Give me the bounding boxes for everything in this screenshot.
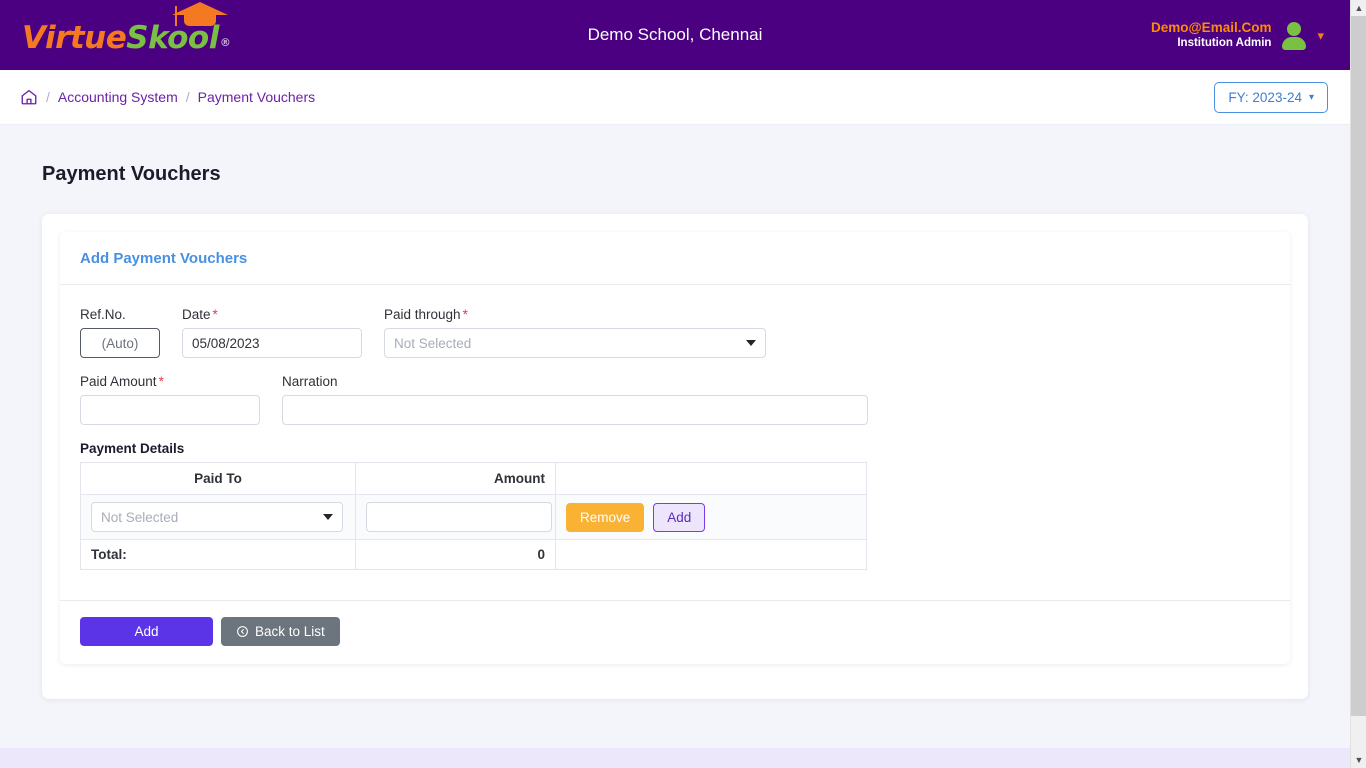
form-card-header: Add Payment Vouchers xyxy=(60,232,1290,285)
table-body: Not Selected Remove Add Total: 0 xyxy=(80,494,867,570)
scrollbar-thumb[interactable] xyxy=(1351,16,1366,716)
chevron-down-icon: ▾ xyxy=(1308,91,1314,103)
user-menu[interactable]: Demo@Email.Com Institution Admin ▾ xyxy=(1151,0,1324,70)
remove-row-button[interactable]: Remove xyxy=(566,502,645,532)
total-empty-cell xyxy=(555,539,867,570)
table-header-row: Paid To Amount xyxy=(80,462,867,495)
logo-registered-mark: ® xyxy=(219,35,231,49)
field-group-paid-through: Paid through * Not Selected xyxy=(384,307,766,358)
column-header-paid-to: Paid To xyxy=(80,462,356,495)
scroll-up-arrow-icon[interactable]: ▲ xyxy=(1351,0,1366,16)
date-label: Date * xyxy=(182,307,218,322)
field-group-narration: Narration xyxy=(282,374,868,425)
breadcrumb-separator-2: / xyxy=(185,89,190,105)
graduation-cap-icon xyxy=(172,1,228,28)
home-icon[interactable] xyxy=(20,88,38,106)
date-input[interactable] xyxy=(182,328,362,358)
form-card: Add Payment Vouchers Ref.No. Date* xyxy=(60,232,1290,664)
paid-amount-label: Paid Amount * xyxy=(80,374,164,389)
row-amount-input[interactable] xyxy=(366,502,552,532)
circle-arrow-left-icon xyxy=(236,625,249,638)
form-row-2: Paid Amount * Narration xyxy=(80,374,1270,425)
scroll-down-arrow-icon[interactable]: ▼ xyxy=(1351,752,1366,768)
financial-year-label: FY: 2023-24 xyxy=(1228,89,1302,105)
field-group-date: Date * xyxy=(182,307,362,358)
user-avatar-icon[interactable] xyxy=(1281,22,1307,50)
ref-no-label: Ref.No. xyxy=(80,307,126,322)
required-marker: * xyxy=(462,307,468,322)
table-head: Paid To Amount xyxy=(80,462,867,495)
form-row-1: Ref.No. Date* Paid through* Not Selec xyxy=(80,307,1270,358)
narration-label: Narration xyxy=(282,374,338,389)
paid-through-select[interactable]: Not Selected xyxy=(384,328,766,358)
user-info: Demo@Email.Com Institution Admin xyxy=(1151,19,1271,51)
browser-viewport: VirtueSkool® Demo School, Chennai Demo@E… xyxy=(0,0,1366,768)
form-card-title: Add Payment Vouchers xyxy=(80,250,248,267)
add-row-button[interactable]: Add xyxy=(653,502,706,532)
payment-details-section: Payment Details Paid To Amount Not Selec… xyxy=(80,441,1270,570)
paid-through-label: Paid through * xyxy=(384,307,468,322)
financial-year-selector[interactable]: FY: 2023-24 ▾ xyxy=(1214,81,1328,113)
paid-amount-input[interactable] xyxy=(80,395,260,425)
page-title: Payment Vouchers xyxy=(42,163,221,185)
app-header: VirtueSkool® Demo School, Chennai Demo@E… xyxy=(0,0,1350,70)
back-to-list-label: Back to List xyxy=(255,624,325,639)
table-row: Not Selected Remove Add xyxy=(80,494,867,540)
total-label: Total: xyxy=(80,539,356,570)
breadcrumb-item-payment-vouchers: Payment Vouchers xyxy=(197,89,316,105)
content-card: Add Payment Vouchers Ref.No. Date* xyxy=(42,214,1308,699)
user-email: Demo@Email.Com xyxy=(1151,19,1272,35)
narration-input[interactable] xyxy=(282,395,868,425)
breadcrumb-bar: / Accounting System / Payment Vouchers F… xyxy=(0,70,1350,125)
cell-amount xyxy=(355,494,556,540)
user-role: Institution Admin xyxy=(1177,37,1272,50)
paid-to-select-wrap: Not Selected xyxy=(91,502,343,532)
required-marker: * xyxy=(212,307,218,322)
breadcrumb: / Accounting System / Payment Vouchers xyxy=(20,88,315,106)
ref-no-input[interactable] xyxy=(80,328,160,358)
total-value: 0 xyxy=(355,539,556,570)
app-page: VirtueSkool® Demo School, Chennai Demo@E… xyxy=(0,0,1350,768)
required-marker: * xyxy=(158,374,164,389)
chevron-down-icon[interactable]: ▾ xyxy=(1317,29,1324,42)
main-content: Payment Vouchers Add Payment Vouchers Re… xyxy=(0,125,1350,699)
breadcrumb-item-accounting-system[interactable]: Accounting System xyxy=(58,89,178,105)
footer-strip xyxy=(0,748,1350,768)
payment-details-title: Payment Details xyxy=(80,441,185,456)
column-header-actions xyxy=(555,462,867,495)
back-to-list-button[interactable]: Back to List xyxy=(221,617,340,646)
row-action-buttons: Remove Add xyxy=(566,502,856,532)
field-group-paid-amount: Paid Amount * xyxy=(80,374,260,425)
table-total-row: Total: 0 xyxy=(80,539,867,570)
cell-paid-to: Not Selected xyxy=(80,494,356,540)
payment-details-table: Paid To Amount Not Selected Remove Add T… xyxy=(80,462,867,570)
submit-button[interactable]: Add xyxy=(80,617,213,646)
paid-to-select[interactable]: Not Selected xyxy=(91,502,343,532)
paid-through-select-wrap: Not Selected xyxy=(384,328,766,358)
field-group-ref-no: Ref.No. xyxy=(80,307,160,358)
column-header-amount: Amount xyxy=(355,462,556,495)
form-body: Ref.No. Date* Paid through* Not Selec xyxy=(60,285,1290,576)
cell-actions: Remove Add xyxy=(555,494,867,540)
logo-text-virtue: Virtue xyxy=(22,19,127,56)
form-footer: Add Back to List xyxy=(60,600,1290,664)
app-logo[interactable]: VirtueSkool® xyxy=(22,1,231,56)
breadcrumb-separator-1: / xyxy=(46,89,50,105)
vertical-scrollbar[interactable]: ▲ ▼ xyxy=(1350,0,1366,768)
